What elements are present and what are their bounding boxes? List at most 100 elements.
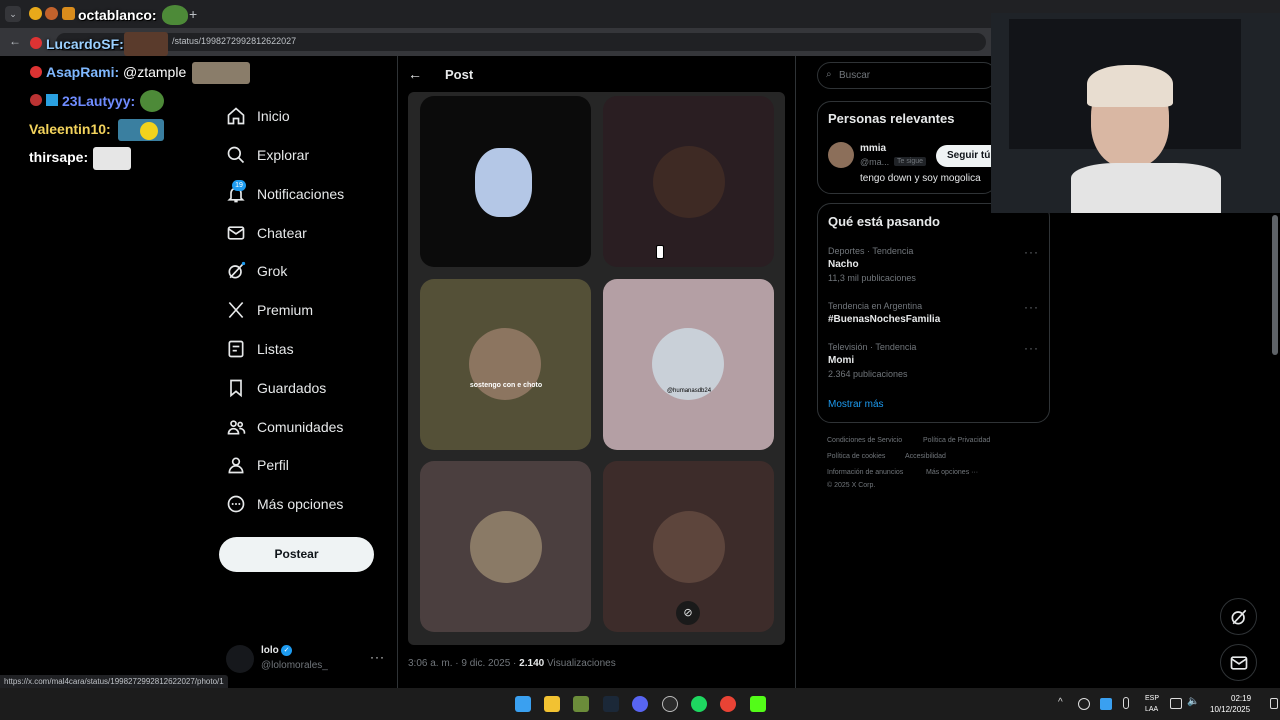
- list-icon: [228, 340, 244, 358]
- trend-meta: Deportes · Tendencia: [828, 246, 914, 256]
- sun-emote-icon: [140, 122, 158, 140]
- post-meta: 3:06 a. m. · 9 dic. 2025 · 2.140 Visuali…: [408, 658, 616, 669]
- account-handle: @lolomorales_: [261, 660, 328, 671]
- webcam-beanie: [1087, 65, 1173, 107]
- trend-more-icon[interactable]: ···: [1024, 341, 1039, 355]
- sidebar-item-label: Grok: [257, 263, 288, 279]
- media-card[interactable]: sostengo con e choto: [420, 279, 591, 450]
- grok-fab[interactable]: [1220, 598, 1257, 635]
- sidebar-item-guardados[interactable]: Guardados: [226, 374, 326, 402]
- chat-badge-icon: [29, 7, 42, 20]
- url-text: /status/1998272992812622027: [172, 36, 297, 46]
- sidebar-item-notificaciones[interactable]: 19 Notificaciones: [226, 180, 344, 208]
- sidebar-item-label: Comunidades: [257, 419, 344, 435]
- footer-link[interactable]: Política de Privacidad: [923, 437, 990, 444]
- trend-more-icon[interactable]: ···: [1024, 245, 1039, 259]
- communities-icon: [227, 420, 246, 435]
- notification-center-icon[interactable]: [1270, 698, 1278, 709]
- file-explorer-icon[interactable]: [544, 696, 560, 712]
- post-button[interactable]: Postear: [219, 537, 374, 572]
- sidebar-item-chatear[interactable]: Chatear: [226, 219, 307, 247]
- volume-icon[interactable]: 🔈: [1187, 696, 1199, 707]
- trend-item[interactable]: Tendencia en Argentina #BuenasNochesFami…: [828, 301, 1038, 329]
- trend-item[interactable]: Televisión · Tendencia Momi 2.364 public…: [828, 342, 1038, 382]
- sidebar-item-premium[interactable]: Premium: [226, 296, 313, 324]
- home-icon: [227, 107, 245, 125]
- webcam-overlay: [991, 13, 1280, 213]
- tray-icon[interactable]: [1078, 698, 1090, 710]
- page-scrollbar[interactable]: [1272, 215, 1278, 355]
- mute-icon[interactable]: ⊘: [676, 601, 700, 625]
- relevant-title: Personas relevantes: [828, 111, 955, 126]
- search-field[interactable]: ⌕ Buscar: [817, 62, 997, 89]
- follow-button[interactable]: Seguir tú: [936, 145, 998, 167]
- webcam-shirt: [1071, 163, 1221, 213]
- sidebar-item-perfil[interactable]: Perfil: [226, 451, 289, 479]
- sidebar-item-label: Guardados: [257, 380, 327, 396]
- media-card[interactable]: [420, 96, 591, 267]
- network-icon[interactable]: [1170, 698, 1182, 709]
- person-icon: [228, 457, 244, 474]
- footer-link[interactable]: Información de anuncios: [827, 469, 903, 476]
- new-tab-button[interactable]: +: [189, 6, 197, 22]
- footer-link[interactable]: Más opciones ···: [926, 469, 978, 476]
- show-more-link[interactable]: Mostrar más: [828, 399, 884, 410]
- keyboard-layout-1[interactable]: ESP: [1145, 695, 1159, 702]
- windows-start-icon[interactable]: [515, 696, 531, 712]
- chat-user-octablanco: octablanco:: [78, 7, 157, 23]
- follows-you-badge: Te sigue: [894, 157, 927, 166]
- footer-link[interactable]: Política de cookies: [827, 453, 885, 460]
- copyright: © 2025 X Corp.: [827, 482, 876, 489]
- account-name: lolo: [261, 645, 279, 656]
- media-card[interactable]: ⊘: [603, 461, 774, 632]
- sidebar-item-comunidades[interactable]: Comunidades: [226, 413, 343, 441]
- trend-name: Momi: [828, 355, 855, 366]
- chrome-icon[interactable]: [720, 696, 736, 712]
- chat-user-valeentin10: Valeentin10:: [29, 121, 111, 137]
- more-icon[interactable]: ···: [370, 650, 385, 664]
- trend-posts: 11,3 mil publicaciones: [828, 273, 916, 283]
- tray-icon[interactable]: [1100, 698, 1112, 710]
- relevant-name[interactable]: mmia: [860, 143, 886, 154]
- sidebar-item-mas-opciones[interactable]: Más opciones: [226, 490, 343, 518]
- image-emote-icon: [192, 62, 250, 84]
- steam-icon[interactable]: [603, 696, 619, 712]
- avatar[interactable]: [828, 142, 854, 168]
- microphone-icon[interactable]: [1123, 697, 1129, 709]
- spotify-icon[interactable]: [691, 696, 707, 712]
- url-field[interactable]: /status/1998272992812622027: [56, 33, 986, 51]
- chat-badge-icon: [30, 66, 42, 78]
- sidebar-item-grok[interactable]: Grok: [226, 257, 287, 285]
- sidebar-item-listas[interactable]: Listas: [226, 335, 294, 363]
- clock-time[interactable]: 02:19: [1231, 694, 1251, 703]
- sidebar-item-inicio[interactable]: Inicio: [226, 102, 290, 130]
- tray-chevron-icon[interactable]: ^: [1058, 697, 1063, 708]
- relevant-people-box: Personas relevantes mmia @ma... Te sigue…: [817, 101, 998, 194]
- trend-more-icon[interactable]: ···: [1024, 300, 1039, 314]
- x-logo-icon: [228, 301, 244, 319]
- trend-item[interactable]: Deportes · Tendencia Nacho 11,3 mil publ…: [828, 246, 1038, 286]
- avatar: [653, 511, 725, 583]
- footer-link[interactable]: Accesibilidad: [905, 453, 946, 460]
- footer-link[interactable]: Condiciones de Servicio: [827, 437, 902, 444]
- media-card[interactable]: [603, 96, 774, 267]
- messages-fab[interactable]: [1220, 644, 1257, 681]
- back-arrow-icon[interactable]: ←: [408, 66, 422, 82]
- obs-icon[interactable]: [662, 696, 678, 712]
- media-card[interactable]: [420, 461, 591, 632]
- app-icon[interactable]: [573, 696, 589, 712]
- media-card[interactable]: @humanasdb24: [603, 279, 774, 450]
- tab-list-button[interactable]: ⌄: [5, 6, 21, 22]
- chat-badge-icon: [46, 94, 58, 106]
- sidebar-item-label: Listas: [257, 341, 294, 357]
- pepe-emote-icon: [140, 90, 164, 112]
- relevant-handle: @ma...: [860, 157, 890, 167]
- trend-posts: 2.364 publicaciones: [828, 369, 908, 379]
- discord-icon[interactable]: [632, 696, 648, 712]
- post-timestamp[interactable]: 3:06 a. m. · 9 dic. 2025 ·: [408, 658, 519, 669]
- kick-icon[interactable]: [750, 696, 766, 712]
- back-icon[interactable]: ←: [9, 34, 21, 48]
- sidebar-item-explorar[interactable]: Explorar: [226, 141, 309, 169]
- verified-icon: ✓: [281, 645, 292, 656]
- card-caption: @humanasdb24: [666, 388, 712, 394]
